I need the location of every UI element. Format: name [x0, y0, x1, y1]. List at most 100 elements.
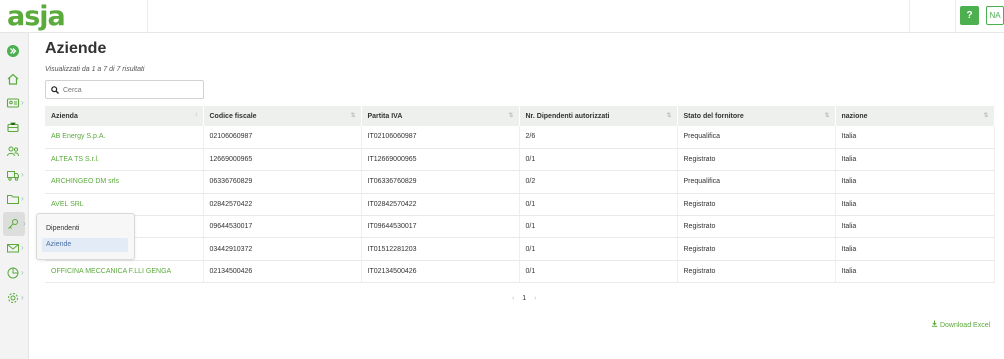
cell-dipendenti: 0/1 — [519, 148, 678, 172]
cell-partita-iva: IT09644530017 — [361, 215, 520, 239]
pie-chart-icon — [7, 267, 19, 279]
column-header-partita-iva[interactable]: Partita IVA ⇅ — [361, 106, 520, 126]
logo[interactable]: asja — [7, 3, 66, 30]
cell-stato: Registrato — [677, 148, 836, 172]
cell-partita-iva: IT12669000965 — [361, 148, 520, 172]
table-row[interactable]: 09644530017 IT09644530017 0/1 Registrato Ita… — [45, 215, 995, 239]
download-excel-link[interactable]: Download Excel — [931, 320, 990, 329]
mail-icon — [7, 244, 19, 253]
download-icon — [931, 320, 938, 327]
sidebar-item-id-card[interactable]: › — [0, 91, 29, 115]
column-header-stato[interactable]: Stato del fornitore ⇅ — [677, 106, 836, 126]
sort-desc-icon: ↓ — [194, 112, 198, 118]
sidebar: › › › › › › › — [0, 33, 29, 359]
sidebar-item-truck[interactable]: › — [0, 163, 29, 187]
cell-codice-fiscale: 09644530017 — [203, 215, 362, 239]
chevron-right-icon: › — [21, 98, 24, 107]
avatar[interactable]: NA — [986, 6, 1004, 25]
pagination: ‹ 1 › — [509, 295, 540, 302]
sidebar-item-mail[interactable]: › — [0, 236, 29, 260]
next-page-button[interactable]: › — [534, 295, 536, 302]
cell-dipendenti: 0/1 — [519, 193, 678, 217]
users-icon — [7, 146, 19, 157]
sidebar-item-chart[interactable]: › — [0, 261, 29, 285]
dipendenti-flyout-menu: Dipendenti Aziende — [36, 213, 135, 260]
cell-partita-iva: IT02106060987 — [361, 126, 520, 149]
cell-dipendenti: 0/1 — [519, 215, 678, 239]
sort-icon: ⇅ — [508, 113, 514, 119]
cell-stato: Registrato — [677, 260, 836, 284]
help-button[interactable]: ? — [960, 6, 979, 25]
divider — [909, 0, 910, 33]
cell-stato: Registrato — [677, 237, 836, 261]
prev-page-button[interactable]: ‹ — [512, 295, 514, 302]
cell-partita-iva: IT02134500426 — [361, 260, 520, 284]
chevron-right-icon: › — [21, 268, 24, 277]
chevron-right-icon: › — [21, 170, 24, 179]
companies-table: Azienda ↓ Codice fiscale ⇅ Partita IVA ⇅ Nr… — [45, 106, 995, 284]
sort-icon: ⇅ — [824, 113, 830, 119]
cell-nazione: Italia — [835, 148, 995, 172]
table-row[interactable]: ARCHINGEO DM srls 06336760829 IT0633676082… — [45, 170, 995, 194]
cell-dipendenti: 0/1 — [519, 237, 678, 261]
cell-codice-fiscale: 12669000965 — [203, 148, 362, 172]
sidebar-item-settings[interactable]: › — [0, 286, 29, 310]
cell-nazione: Italia — [835, 126, 995, 149]
key-icon — [8, 219, 18, 229]
top-bar: asja ? NA — [0, 0, 1004, 33]
cell-partita-iva: IT06336760829 — [361, 170, 520, 194]
chevron-right-icon: › — [21, 293, 24, 302]
chevron-right-icon: › — [21, 194, 24, 203]
cell-azienda[interactable]: ARCHINGEO DM srls — [45, 170, 204, 194]
cell-stato: Prequalifica — [677, 170, 836, 194]
search-icon — [51, 86, 59, 94]
home-icon — [7, 73, 19, 85]
cell-dipendenti: 0/2 — [519, 170, 678, 194]
cell-stato: Registrato — [677, 193, 836, 217]
page-number[interactable]: 1 — [522, 295, 526, 302]
cell-azienda[interactable]: ALTEA TS S.r.l. — [45, 148, 204, 172]
search-box[interactable] — [45, 80, 204, 99]
divider — [955, 0, 956, 33]
sidebar-item-briefcase[interactable] — [0, 115, 29, 139]
column-header-codice-fiscale[interactable]: Codice fiscale ⇅ — [203, 106, 362, 126]
sidebar-item-home[interactable] — [0, 67, 29, 91]
cell-dipendenti: 2/6 — [519, 126, 678, 149]
cell-codice-fiscale: 02106060987 — [203, 126, 362, 149]
flyout-item-aziende[interactable]: Aziende — [42, 238, 128, 252]
download-excel-label: Download Excel — [939, 322, 991, 329]
cell-stato: Registrato — [677, 215, 836, 239]
page-title: Aziende — [45, 40, 107, 57]
column-header-dipendenti[interactable]: Nr. Dipendenti autorizzati ⇅ — [519, 106, 678, 126]
table-row[interactable]: AVEL SRL 02842570422 IT02842570422 0/1 Regis… — [45, 193, 995, 217]
cell-codice-fiscale: 02842570422 — [203, 193, 362, 217]
divider — [147, 0, 148, 33]
cell-nazione: Italia — [835, 215, 995, 239]
cell-codice-fiscale: 03442910372 — [203, 237, 362, 261]
sidebar-item-users[interactable] — [0, 139, 29, 163]
column-header-nazione[interactable]: nazione ⇅ — [835, 106, 995, 126]
table-row[interactable]: AB Energy S.p.A. 02106060987 IT02106060987… — [45, 126, 995, 149]
column-header-azienda[interactable]: Azienda ↓ — [45, 106, 204, 126]
cell-azienda[interactable]: AB Energy S.p.A. — [45, 126, 204, 149]
cell-dipendenti: 0/1 — [519, 260, 678, 284]
chevron-right-icon: › — [21, 243, 24, 252]
table-row[interactable]: OFFICINA MECCANICA F.LLI GENGA 0213450042… — [45, 260, 995, 284]
id-card-icon — [6, 98, 20, 108]
search-input[interactable] — [63, 84, 198, 96]
cell-stato: Prequalifica — [677, 126, 836, 149]
expand-sidebar-button[interactable] — [7, 45, 19, 57]
cell-azienda[interactable]: OFFICINA MECCANICA F.LLI GENGA — [45, 260, 204, 284]
table-row[interactable]: 03442910372 IT01512281203 0/1 Registrato Ita… — [45, 237, 995, 261]
cell-partita-iva: IT02842570422 — [361, 193, 520, 217]
briefcase-icon — [7, 122, 19, 133]
sort-icon: ⇅ — [666, 113, 672, 119]
cell-partita-iva: IT01512281203 — [361, 237, 520, 261]
cell-nazione: Italia — [835, 237, 995, 261]
results-count: Visualizzati da 1 a 7 di 7 risultati — [45, 66, 145, 73]
sidebar-item-key[interactable]: › — [3, 212, 26, 236]
table-row[interactable]: ALTEA TS S.r.l. 12669000965 IT12669000965 0… — [45, 148, 995, 172]
cell-nazione: Italia — [835, 170, 995, 194]
sidebar-item-folder[interactable]: › — [0, 187, 29, 211]
chevron-right-icon: › — [23, 219, 26, 228]
